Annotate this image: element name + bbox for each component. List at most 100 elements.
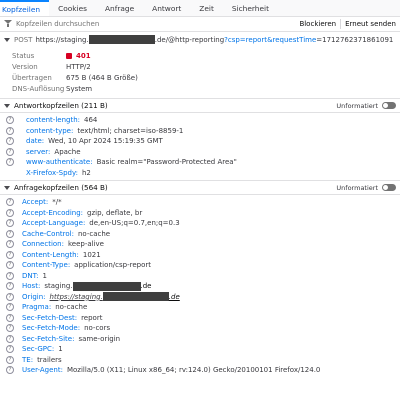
request-summary: Status 401 Version HTTP/2 Übertragen 675…: [0, 47, 400, 94]
header-row: ? DNT1: [0, 271, 400, 282]
help-icon[interactable]: ?: [6, 250, 14, 259]
help-icon[interactable]: ?: [6, 219, 14, 228]
header-value: trailers: [37, 355, 62, 364]
header-value: Basic realm="Password-Protected Area": [96, 158, 237, 167]
help-icon[interactable]: ?: [6, 240, 14, 249]
tab-cookies[interactable]: Cookies: [49, 0, 96, 16]
summary-key: Status: [12, 51, 35, 60]
summary-status: Status 401: [12, 50, 400, 61]
chevron-down-icon: [4, 37, 10, 42]
tab-headers[interactable]: Kopfzeilen: [0, 0, 50, 16]
header-name: Accept: [22, 198, 48, 206]
header-name: DNT: [22, 272, 39, 280]
header-name: Origin: [22, 293, 46, 301]
header-value: text/html; charset=iso-8859-1: [77, 126, 184, 135]
header-name: Sec-GPC: [22, 345, 54, 353]
tab-security[interactable]: Sicherheit: [223, 0, 278, 16]
header-row: ? Accept-Encoding gzip, deflate, br: [0, 208, 400, 219]
help-icon[interactable]: ?: [6, 261, 14, 270]
header-value: Wed, 10 Apr 2024 15:19:35 GMT: [48, 137, 163, 146]
tab-response[interactable]: Antwort: [143, 0, 190, 16]
header-row: ? Sec-Fetch-Mode no-cors: [0, 323, 400, 334]
header-value: same-origin: [78, 334, 121, 343]
header-name: X-Firefox-Spdy: [26, 169, 78, 177]
help-icon[interactable]: ?: [6, 355, 14, 364]
request-headers-section-header[interactable]: Anfragekopfzeilen (564 B) Unformatiert: [0, 180, 400, 195]
help-icon[interactable]: ?: [6, 137, 14, 146]
help-icon[interactable]: ?: [6, 271, 14, 280]
raw-headers-toggle[interactable]: [382, 102, 396, 109]
help-icon[interactable]: ?: [6, 313, 14, 322]
header-value: 1: [58, 345, 63, 354]
header-name: date: [26, 137, 44, 145]
summary-key: Übertragen: [12, 73, 52, 82]
header-value: 1021: [82, 250, 101, 259]
header-name: Accept-Language: [22, 219, 85, 227]
help-icon[interactable]: ?: [6, 334, 14, 343]
resend-button[interactable]: Erneut senden: [341, 20, 400, 28]
help-icon[interactable]: ?: [6, 292, 14, 301]
header-name: www-authenticate: [26, 158, 93, 166]
request-method: POST: [14, 35, 33, 44]
header-value: Apache: [54, 147, 81, 156]
summary-value: HTTP/2: [66, 62, 91, 71]
help-icon[interactable]: ?: [6, 229, 14, 238]
help-icon[interactable]: ?: [6, 198, 14, 207]
help-icon[interactable]: ?: [6, 116, 14, 125]
header-row: ? Pragma no-cache: [0, 302, 400, 313]
help-icon[interactable]: ?: [6, 303, 14, 312]
header-row: ? Content-Type application/csp-report: [0, 260, 400, 271]
header-row: ? User-AgentMozilla/5.0 (X11; Linux x86_6…: [0, 365, 400, 376]
header-value-suffix: .de: [168, 292, 180, 301]
header-row: ? content-length 464: [0, 115, 400, 126]
help-icon[interactable]: ?: [6, 282, 14, 291]
request-url-query-value: =1712762371861091: [316, 35, 394, 44]
header-row: ? Sec-GPC 1: [0, 344, 400, 355]
status-code: 401: [76, 51, 91, 60]
header-value: no-cache: [55, 303, 88, 312]
header-value: keep-alive: [67, 240, 104, 249]
header-name: content-type: [26, 127, 73, 135]
header-name: Accept-Encoding: [22, 209, 83, 217]
summary-dns: DNS-Auflösung System: [12, 83, 400, 94]
help-icon[interactable]: ?: [6, 366, 14, 375]
header-value: Mozilla/5.0 (X11; Linux x86_64; rv:124.0…: [66, 366, 321, 375]
header-row: ? date Wed, 10 Apr 2024 15:19:35 GMT: [0, 136, 400, 147]
summary-key: DNS-Auflösung: [12, 84, 65, 93]
request-headers-list: ? Accept */* ? Accept-Encoding gzip, deflate…: [0, 195, 400, 378]
header-name: User-Agent: [22, 366, 63, 374]
help-icon[interactable]: ?: [6, 345, 14, 354]
help-icon[interactable]: ?: [6, 147, 14, 156]
filter-icon: [4, 20, 12, 28]
summary-transferred: Übertragen 675 B (464 B Größe): [12, 72, 400, 83]
response-headers-title: Antwortkopfzeilen (211 B): [14, 101, 108, 110]
header-value: de,en-US;q=0.7,en;q=0.3: [89, 219, 180, 228]
header-name: Pragma: [22, 303, 51, 311]
headers-filter-input[interactable]: [16, 20, 296, 28]
request-url-mid: .de/@http-reporting: [154, 35, 225, 44]
request-url-row[interactable]: POST https://staging. .de/@http-reportin…: [0, 32, 400, 47]
raw-headers-toggle[interactable]: [382, 184, 396, 191]
chevron-down-icon: [4, 185, 10, 190]
header-value[interactable]: https://staging.: [50, 293, 103, 301]
header-value: report: [81, 313, 103, 322]
request-url-prefix: https://staging.: [35, 35, 89, 44]
redacted-block: [88, 35, 155, 44]
header-name: TE: [22, 356, 33, 364]
block-button[interactable]: Blockieren: [295, 20, 340, 28]
header-row: ? Accept */*: [0, 197, 400, 208]
help-icon[interactable]: ?: [6, 324, 14, 333]
header-name: Sec-Fetch-Site: [22, 335, 74, 343]
help-icon[interactable]: ?: [6, 158, 14, 167]
help-icon[interactable]: ?: [6, 208, 14, 217]
raw-toggle-label: Unformatiert: [336, 183, 378, 192]
tab-request[interactable]: Anfrage: [96, 0, 143, 16]
redacted-block: [102, 292, 169, 302]
request-headers-title: Anfragekopfzeilen (564 B): [14, 183, 108, 192]
status-indicator-icon: [66, 52, 72, 59]
help-icon[interactable]: ?: [6, 126, 14, 135]
header-value: gzip, deflate, br: [87, 208, 143, 217]
response-headers-section-header[interactable]: Antwortkopfzeilen (211 B) Unformatiert: [0, 98, 400, 113]
header-name: Content-Type: [22, 261, 70, 269]
tab-timings[interactable]: Zeit: [190, 0, 223, 16]
